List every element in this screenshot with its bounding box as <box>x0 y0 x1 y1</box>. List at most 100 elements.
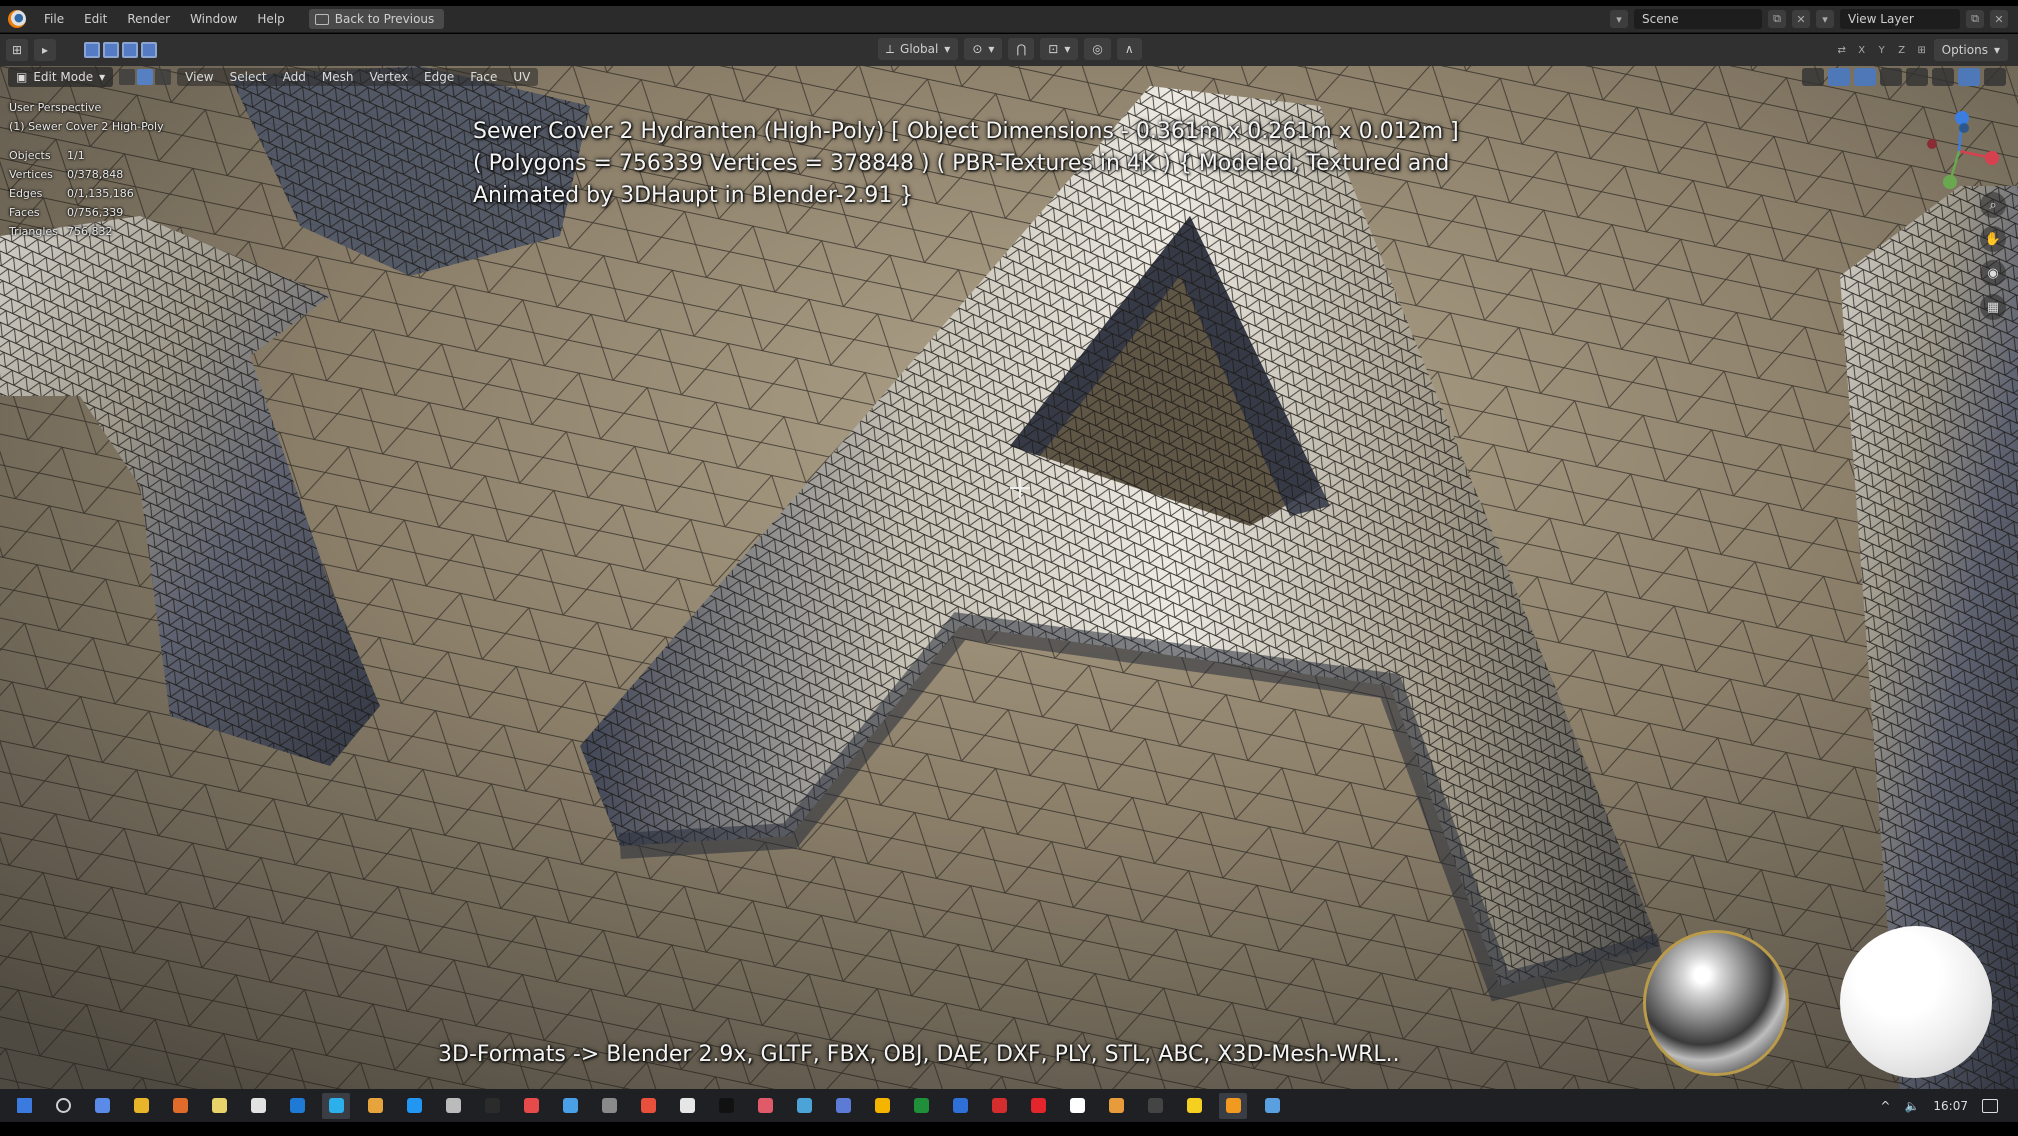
scene-field[interactable]: Scene <box>1634 9 1762 29</box>
3d-viewport[interactable]: ▣ Edit Mode ▾ View Select Add Mesh Verte… <box>0 66 2018 1089</box>
taskbar-app-icon[interactable] <box>322 1092 350 1119</box>
mirror-toggle-icon[interactable]: ⇄ <box>1834 42 1850 58</box>
taskbar-app-icon[interactable] <box>439 1093 467 1119</box>
gizmo-toggle-icon[interactable] <box>1828 68 1850 86</box>
overlays-toggle-icon[interactable] <box>1854 68 1876 86</box>
editor-type-icon[interactable]: ⊞ <box>6 39 28 61</box>
taskbar-app-icon[interactable] <box>985 1093 1013 1119</box>
camera-view-icon[interactable]: ◉ <box>1980 260 2006 286</box>
taskbar-app-icon[interactable] <box>1219 1092 1247 1119</box>
taskbar-app-icon[interactable] <box>1180 1093 1208 1119</box>
select-subtract-icon[interactable] <box>122 42 138 58</box>
axis-x-toggle[interactable]: X <box>1854 42 1870 58</box>
view-layer-icon[interactable]: ▾ <box>1816 10 1834 28</box>
snap-target-dropdown[interactable]: ⊡ ▾ <box>1040 38 1079 60</box>
taskbar-app-icon[interactable] <box>166 1093 194 1119</box>
delete-scene-icon[interactable]: ✕ <box>1792 10 1810 28</box>
toggle-perspective-icon[interactable]: ▦ <box>1980 294 2006 320</box>
taskbar-app-icon[interactable] <box>634 1093 662 1119</box>
rendered-shading-icon[interactable] <box>1984 68 2006 86</box>
visibility-icon[interactable] <box>1802 68 1824 86</box>
vertex-select-icon[interactable] <box>119 69 136 85</box>
search-icon[interactable] <box>49 1093 77 1119</box>
material-preview-shading-icon[interactable] <box>1958 68 1980 86</box>
taskbar-app-icon[interactable] <box>283 1093 311 1119</box>
new-scene-icon[interactable]: ⧉ <box>1768 10 1786 28</box>
taskbar-app-icon[interactable] <box>946 1093 974 1119</box>
edit-mode-icon: ▣ <box>16 70 28 84</box>
select-new-icon[interactable] <box>84 42 100 58</box>
taskbar-app-icon[interactable] <box>127 1093 155 1119</box>
taskbar-app-icon[interactable] <box>673 1093 701 1119</box>
taskbar-app-icon[interactable] <box>712 1093 740 1119</box>
notifications-icon[interactable] <box>1982 1098 1998 1113</box>
start-icon[interactable] <box>10 1093 38 1119</box>
taskbar-app-icon[interactable] <box>868 1093 896 1119</box>
menu-select[interactable]: Select <box>222 68 275 86</box>
taskbar-app-icon[interactable] <box>1258 1093 1286 1119</box>
axis-z-toggle[interactable]: Z <box>1894 42 1910 58</box>
pan-hand-icon[interactable]: ✋ <box>1980 226 2006 252</box>
taskbar-app-icon[interactable] <box>478 1093 506 1119</box>
edge-select-icon[interactable] <box>137 69 154 85</box>
pivot-point-dropdown[interactable]: ⊙ ▾ <box>964 38 1003 60</box>
falloff-dropdown[interactable]: ∧ <box>1116 38 1142 60</box>
clock[interactable]: 16:07 <box>1933 1099 1968 1113</box>
taskbar-app-icon[interactable] <box>1141 1093 1169 1119</box>
solid-shading-icon[interactable] <box>1932 68 1954 86</box>
formats-overlay: 3D-Formats -> Blender 2.9x, GLTF, FBX, O… <box>438 1042 1400 1067</box>
xray-toggle-icon[interactable] <box>1880 68 1902 86</box>
select-invert-icon[interactable] <box>141 42 157 58</box>
select-extend-icon[interactable] <box>103 42 119 58</box>
taskbar-app-icon[interactable] <box>205 1093 233 1119</box>
menu-add[interactable]: Add <box>275 68 314 86</box>
taskbar-app-icon[interactable] <box>1102 1093 1130 1119</box>
taskbar-app-icon[interactable] <box>244 1093 272 1119</box>
menu-uv[interactable]: UV <box>505 68 538 86</box>
mode-dropdown[interactable]: ▣ Edit Mode ▾ <box>8 67 114 87</box>
wireframe-shading-icon[interactable] <box>1906 68 1928 86</box>
taskbar-app-icon[interactable] <box>751 1093 779 1119</box>
magnet-icon: ⋂ <box>1016 42 1027 56</box>
taskbar-app-icon[interactable] <box>517 1093 545 1119</box>
face-select-icon[interactable] <box>155 69 172 85</box>
blender-logo-icon[interactable] <box>8 10 26 28</box>
menu-edge[interactable]: Edge <box>416 68 462 86</box>
proportional-edit-toggle[interactable]: ◎ <box>1084 38 1111 60</box>
snap-toggle[interactable]: ⋂ <box>1008 38 1035 60</box>
taskbar-app-icon[interactable] <box>595 1093 623 1119</box>
taskbar-app-icon[interactable] <box>556 1093 584 1119</box>
navigation-gizmo[interactable] <box>1914 106 2004 196</box>
auto-merge-icon[interactable]: ⊞ <box>1914 42 1930 58</box>
options-dropdown[interactable]: Options ▾ <box>1933 39 2008 61</box>
delete-view-layer-icon[interactable]: ✕ <box>1990 10 2008 28</box>
volume-icon[interactable]: 🔈 <box>1904 1099 1919 1113</box>
new-view-layer-icon[interactable]: ⧉ <box>1966 10 1984 28</box>
taskbar-app-icon[interactable] <box>400 1093 428 1119</box>
transform-orientation-dropdown[interactable]: ⟂ Global ▾ <box>878 38 959 60</box>
menu-render[interactable]: Render <box>117 12 180 26</box>
title-line-1: Sewer Cover 2 Hydranten (High-Poly) [ Ob… <box>473 119 1459 144</box>
menu-window[interactable]: Window <box>180 12 247 26</box>
taskbar-app-icon[interactable] <box>1063 1093 1091 1119</box>
menu-view[interactable]: View <box>177 68 221 86</box>
axis-y-toggle[interactable]: Y <box>1874 42 1890 58</box>
view-layer-field[interactable]: View Layer <box>1840 9 1960 29</box>
taskbar-app-icon[interactable] <box>790 1093 818 1119</box>
scene-icon[interactable]: ▾ <box>1610 10 1628 28</box>
menu-file[interactable]: File <box>34 12 74 26</box>
menu-vertex[interactable]: Vertex <box>361 68 416 86</box>
select-tool-icon[interactable]: ▸ <box>34 39 56 61</box>
menu-edit[interactable]: Edit <box>74 12 117 26</box>
tray-expand-icon[interactable]: ^ <box>1880 1099 1890 1113</box>
menu-mesh[interactable]: Mesh <box>314 68 362 86</box>
taskbar-app-icon[interactable] <box>829 1093 857 1119</box>
menu-face[interactable]: Face <box>462 68 505 86</box>
taskbar-app-icon[interactable] <box>88 1093 116 1119</box>
taskbar-app-icon[interactable] <box>361 1093 389 1119</box>
taskbar-app-icon[interactable] <box>1024 1093 1052 1119</box>
menu-help[interactable]: Help <box>247 12 294 26</box>
zoom-icon[interactable]: ⌕ <box>1980 192 2006 218</box>
taskbar-app-icon[interactable] <box>907 1093 935 1119</box>
back-to-previous-button[interactable]: Back to Previous <box>308 9 445 29</box>
